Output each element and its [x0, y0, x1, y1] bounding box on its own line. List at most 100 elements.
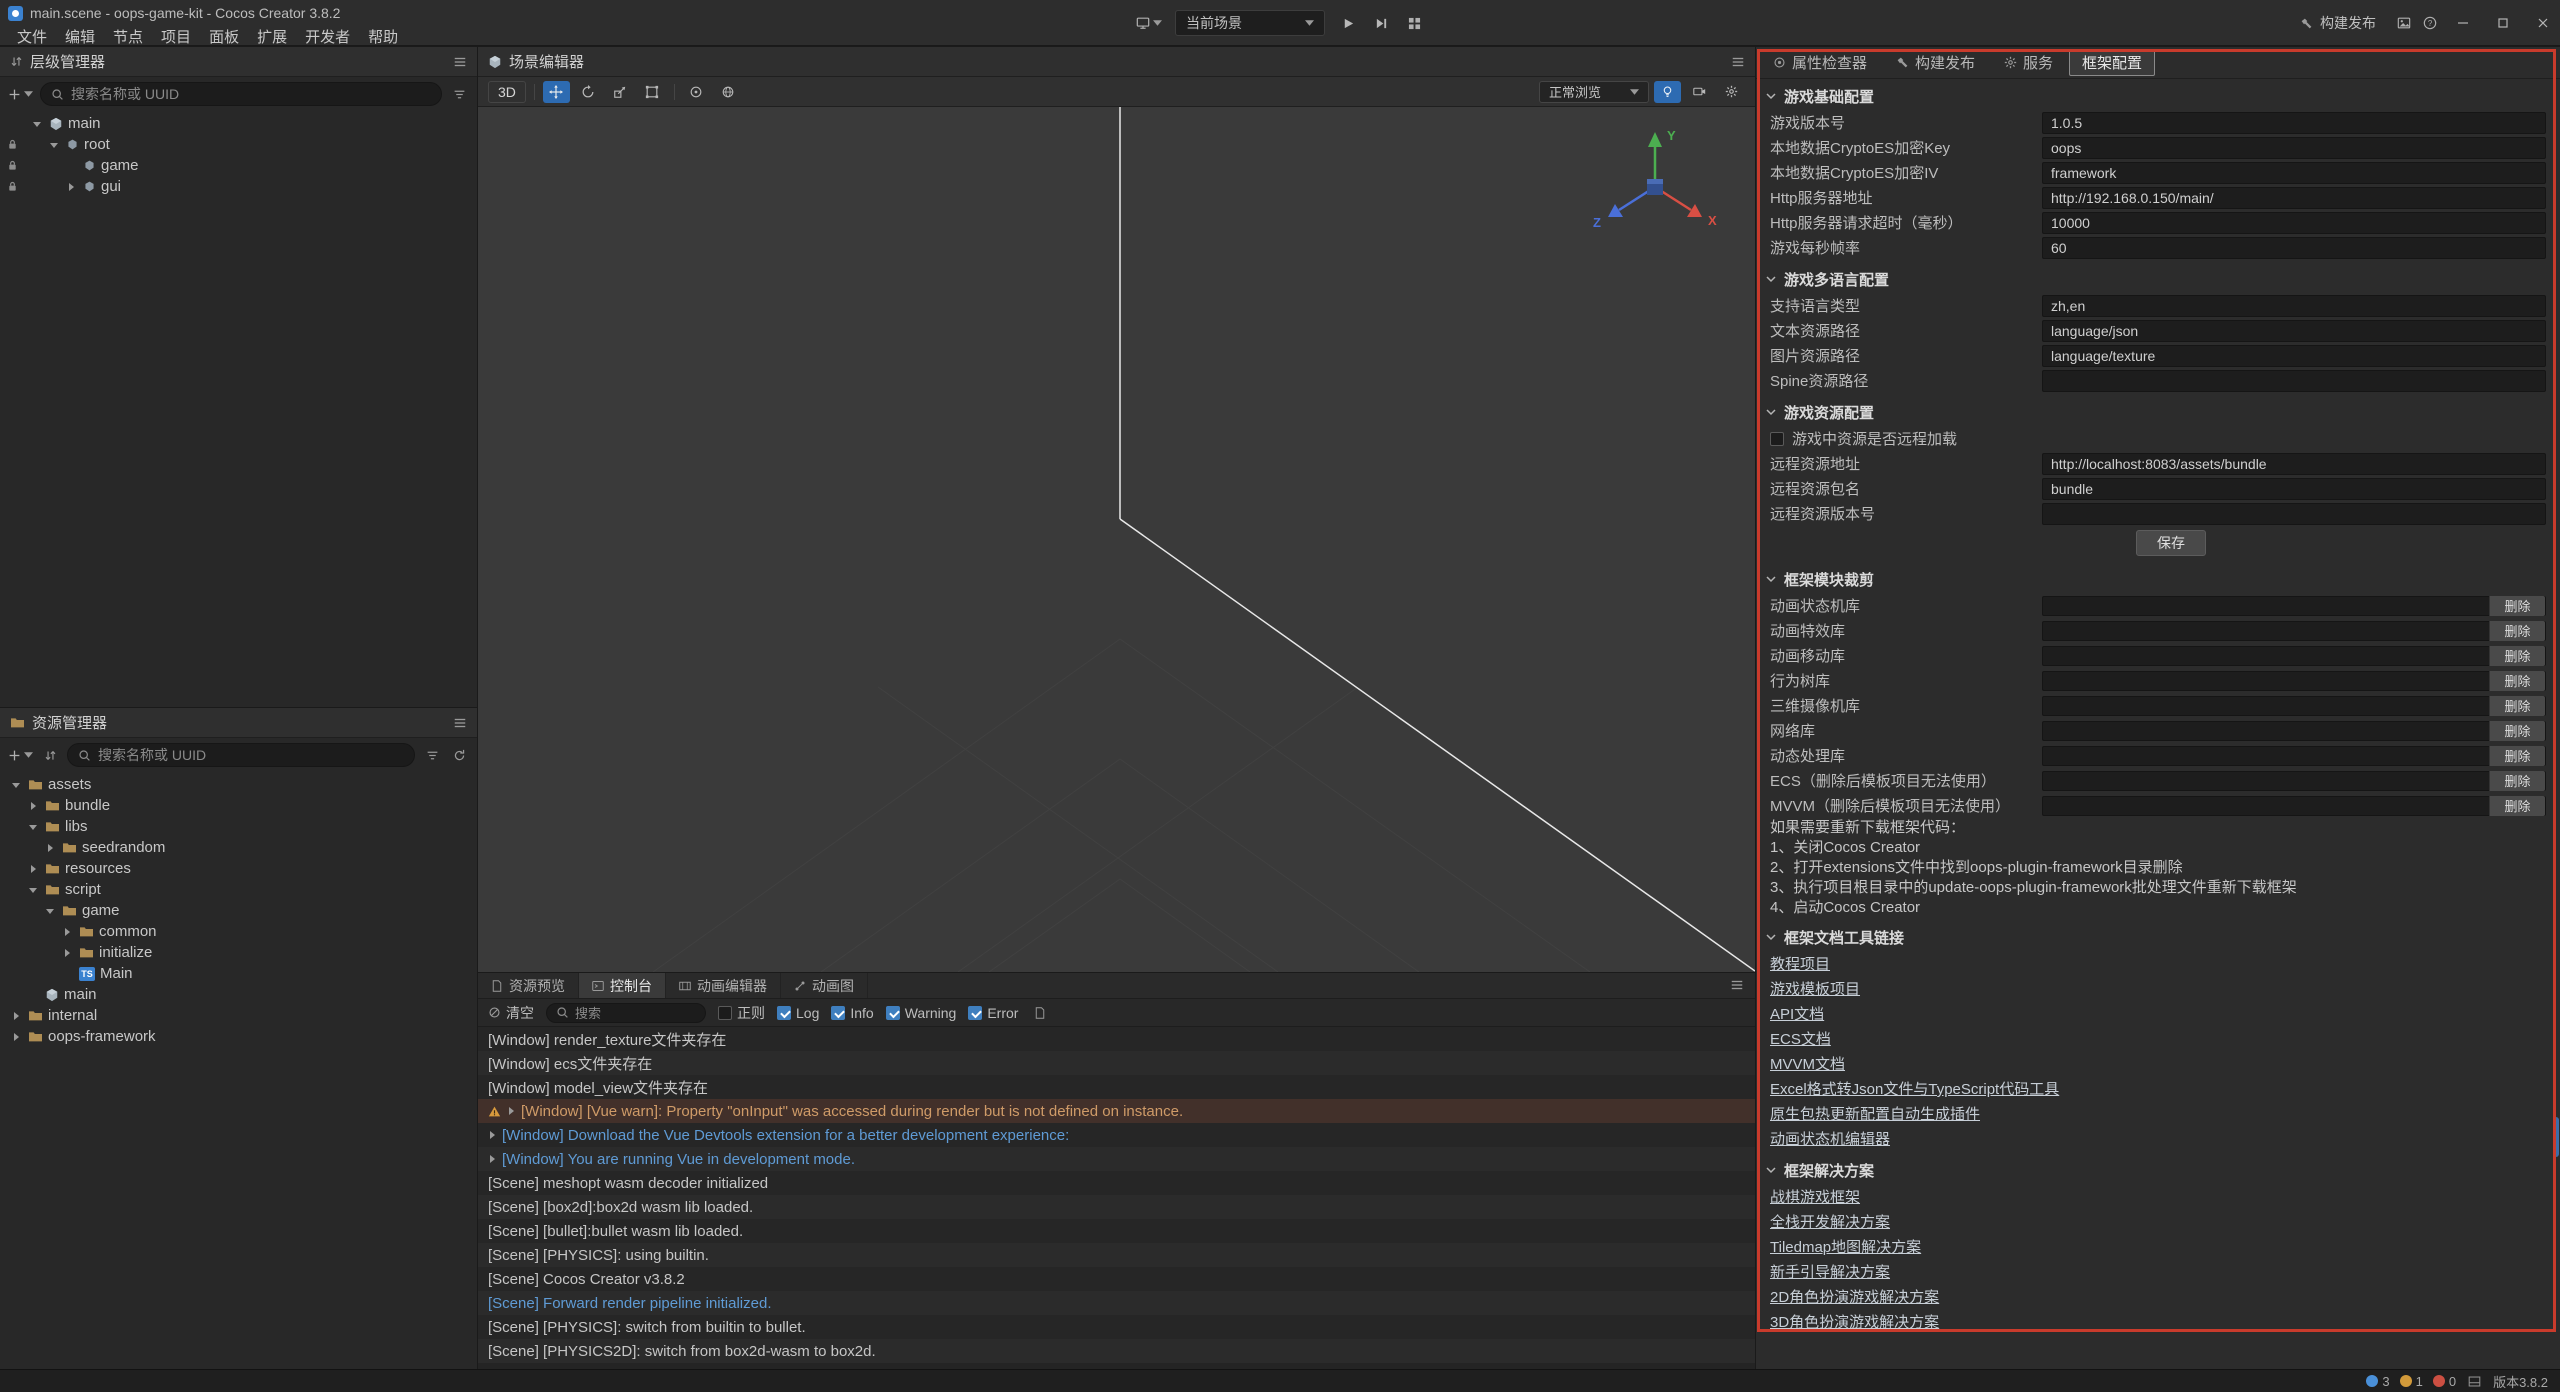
scene-light-button[interactable]	[1654, 81, 1681, 103]
field-input-Http服务器请求超时（毫秒）[interactable]: 10000	[2042, 212, 2546, 234]
expand-arrow[interactable]	[47, 141, 61, 149]
console-tab-动画编辑器[interactable]: 动画编辑器	[666, 973, 781, 998]
expand-arrow[interactable]	[60, 949, 74, 957]
lock-gutter[interactable]	[4, 139, 20, 150]
tree-row-gui[interactable]: gui	[0, 176, 477, 197]
tree-row-main[interactable]: main	[0, 113, 477, 134]
tree-row-root[interactable]: root	[0, 134, 477, 155]
section-header[interactable]: 框架解决方案	[1756, 1156, 2560, 1184]
field-input-本地数据CryptoES加密IV[interactable]: framework	[2042, 162, 2546, 184]
lock-gutter[interactable]	[4, 181, 20, 192]
hamburger-icon[interactable]	[1731, 55, 1745, 69]
expand-arrow[interactable]	[9, 1033, 23, 1041]
tree-row-assets[interactable]: assets	[0, 774, 477, 795]
console-tab-动画图[interactable]: 动画图	[781, 973, 868, 998]
link-原生包热更新配置自动生成插件[interactable]: 原生包热更新配置自动生成插件	[1770, 1103, 1980, 1124]
assets-search-input[interactable]: 搜索名称或 UUID	[67, 743, 415, 767]
console-clear-button[interactable]: 清空	[488, 1003, 534, 1023]
delete-button-行为树库[interactable]: 删除	[2489, 671, 2545, 691]
log-row[interactable]: [Window] render_texture文件夹存在	[478, 1027, 1755, 1051]
console-toggle-Info[interactable]: Info	[831, 1005, 873, 1021]
axis-gizmo[interactable]: Y X Z	[1585, 123, 1725, 253]
log-row[interactable]: [Window] Download the Vue Devtools exten…	[478, 1123, 1755, 1147]
expand-arrow[interactable]	[26, 802, 40, 810]
hierarchy-search-input[interactable]: 搜索名称或 UUID	[40, 82, 442, 106]
link-全栈开发解决方案[interactable]: 全栈开发解决方案	[1770, 1211, 1890, 1232]
field-input-Spine资源路径[interactable]	[2042, 370, 2546, 392]
delete-button-动画特效库[interactable]: 删除	[2489, 621, 2545, 641]
console-toggle-Error[interactable]: Error	[968, 1005, 1018, 1021]
build-publish-button[interactable]: 构建发布	[2288, 0, 2388, 46]
expand-arrow[interactable]	[9, 1012, 23, 1020]
log-row[interactable]: [Scene] [PHYSICS]: using builtin.	[478, 1243, 1755, 1267]
lock-gutter[interactable]	[4, 160, 20, 171]
assets-sort-button[interactable]	[40, 743, 60, 767]
save-button[interactable]: 保存	[2136, 530, 2206, 556]
log-row[interactable]: [Scene] [bullet]:bullet wasm lib loaded.	[478, 1219, 1755, 1243]
add-node-button[interactable]	[8, 82, 33, 106]
delete-button-动态处理库[interactable]: 删除	[2489, 746, 2545, 766]
console-tab-资源预览[interactable]: 资源预览	[478, 973, 579, 998]
field-input-远程资源包名[interactable]: bundle	[2042, 478, 2546, 500]
section-header[interactable]: 游戏基础配置	[1756, 82, 2560, 110]
link-游戏模板项目[interactable]: 游戏模板项目	[1770, 978, 1860, 999]
inspector-tab-属性检查器[interactable]: 属性检查器	[1760, 50, 1880, 76]
pivot-toggle-button[interactable]	[683, 81, 710, 103]
tree-row-resources[interactable]: resources	[0, 858, 477, 879]
compile-grid-button[interactable]	[1404, 11, 1424, 35]
menu-节点[interactable]: 节点	[104, 24, 152, 49]
field-input-文本资源路径[interactable]: language/json	[2042, 320, 2546, 342]
field-input-游戏版本号[interactable]: 1.0.5	[2042, 112, 2546, 134]
expand-arrow[interactable]	[64, 183, 78, 191]
expand-arrow[interactable]	[26, 886, 40, 894]
link-动画状态机编辑器[interactable]: 动画状态机编辑器	[1770, 1128, 1890, 1149]
log-row[interactable]: [Window] [Vue warn]: Property "onInput" …	[478, 1099, 1755, 1123]
link-API文档[interactable]: API文档	[1770, 1003, 1824, 1024]
console-toggle-Log[interactable]: Log	[777, 1005, 819, 1021]
section-header[interactable]: 游戏多语言配置	[1756, 265, 2560, 293]
link-2D角色扮演游戏解决方案[interactable]: 2D角色扮演游戏解决方案	[1770, 1286, 1939, 1307]
menu-开发者[interactable]: 开发者	[296, 24, 359, 49]
minimize-button[interactable]	[2446, 0, 2480, 46]
preview-device-button[interactable]	[1136, 11, 1162, 35]
expand-arrow[interactable]	[43, 844, 57, 852]
scene-settings-button[interactable]	[1718, 81, 1745, 103]
hamburger-icon[interactable]	[453, 716, 467, 730]
log-row[interactable]: [Window] ecs文件夹存在	[478, 1051, 1755, 1075]
field-input-图片资源路径[interactable]: language/texture	[2042, 345, 2546, 367]
checkbox-row-游戏中资源是否远程加载[interactable]: 游戏中资源是否远程加载	[1756, 426, 2560, 451]
launch-scene-select[interactable]: 当前场景	[1175, 10, 1325, 36]
section-header[interactable]: 框架模块裁剪	[1756, 565, 2560, 593]
message-count-0[interactable]: 3	[2366, 1374, 2389, 1389]
world-local-toggle-button[interactable]	[715, 81, 742, 103]
tree-row-script[interactable]: script	[0, 879, 477, 900]
close-button[interactable]	[2526, 0, 2560, 46]
tree-row-Main[interactable]: TSMain	[0, 963, 477, 984]
hamburger-icon[interactable]	[453, 55, 467, 69]
delete-button-ECS（删除后模板项目无法使用）[interactable]: 删除	[2489, 771, 2545, 791]
delete-button-网络库[interactable]: 删除	[2489, 721, 2545, 741]
console-tab-控制台[interactable]: 控制台	[579, 973, 666, 998]
panel-toggle-icon[interactable]	[2468, 1375, 2481, 1388]
link-战棋游戏框架[interactable]: 战棋游戏框架	[1770, 1186, 1860, 1207]
field-input-Http服务器地址[interactable]: http://192.168.0.150/main/	[2042, 187, 2546, 209]
console-search-input[interactable]: 搜索	[546, 1003, 706, 1023]
tree-row-libs[interactable]: libs	[0, 816, 477, 837]
field-input-本地数据CryptoES加密Key[interactable]: oops	[2042, 137, 2546, 159]
delete-button-MVVM（删除后模板项目无法使用）[interactable]: 删除	[2489, 796, 2545, 816]
log-row[interactable]: [Scene] [PHYSICS2D]: switch from box2d-w…	[478, 1339, 1755, 1363]
scale-tool-button[interactable]	[607, 81, 634, 103]
field-input-游戏每秒帧率[interactable]: 60	[2042, 237, 2546, 259]
tree-row-bundle[interactable]: bundle	[0, 795, 477, 816]
log-row[interactable]: [Scene] [box2d]:box2d wasm lib loaded.	[478, 1195, 1755, 1219]
scene-camera-button[interactable]	[1686, 81, 1713, 103]
link-MVVM文档[interactable]: MVVM文档	[1770, 1053, 1845, 1074]
field-input-支持语言类型[interactable]: zh,en	[2042, 295, 2546, 317]
play-button[interactable]	[1338, 11, 1358, 35]
add-asset-button[interactable]	[8, 743, 33, 767]
screenshot-button[interactable]	[2394, 11, 2414, 35]
menu-编辑[interactable]: 编辑	[56, 24, 104, 49]
expand-arrow[interactable]	[26, 865, 40, 873]
tree-row-game[interactable]: game	[0, 155, 477, 176]
log-row[interactable]: [Scene] [PHYSICS]: switch from builtin t…	[478, 1315, 1755, 1339]
